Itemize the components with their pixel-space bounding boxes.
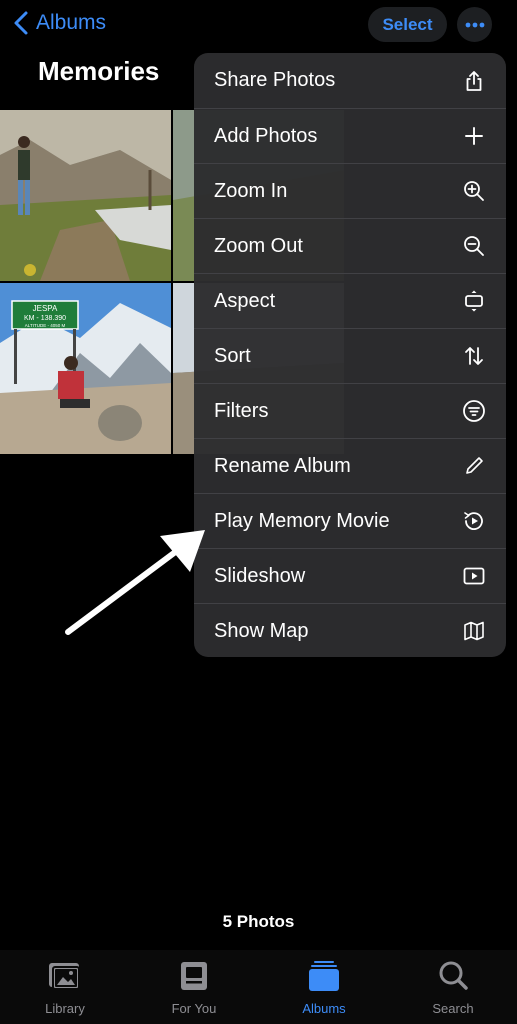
- sort-icon: [462, 344, 486, 368]
- menu-item-sort[interactable]: Sort: [194, 328, 506, 383]
- tab-bar: Library For You Albums Search: [0, 950, 517, 1024]
- photo-count: 5 Photos: [222, 912, 295, 931]
- tab-albums[interactable]: Albums: [279, 960, 369, 1016]
- tab-for-you[interactable]: For You: [149, 960, 239, 1016]
- sign-line3: ALTITUDE - 4050 M: [25, 323, 66, 328]
- tab-label: Search: [432, 1001, 474, 1016]
- menu-item-label: Slideshow: [214, 564, 306, 587]
- menu-item-label: Zoom Out: [214, 234, 303, 257]
- slideshow-icon: [462, 564, 486, 588]
- plus-icon: [462, 124, 486, 148]
- aspect-icon: [462, 289, 486, 313]
- menu-item-zoom-in[interactable]: Zoom In: [194, 163, 506, 218]
- menu-item-zoom-out[interactable]: Zoom Out: [194, 218, 506, 273]
- menu-item-label: Aspect: [214, 289, 276, 312]
- photo-mountain-trail: [0, 110, 171, 281]
- menu-item-show-map[interactable]: Show Map: [194, 603, 506, 657]
- photo-library-icon: [49, 963, 80, 990]
- tab-search[interactable]: Search: [408, 960, 498, 1016]
- photo-thumbnail[interactable]: [0, 110, 171, 281]
- map-icon: [462, 619, 486, 643]
- share-icon: [462, 69, 486, 93]
- menu-item-play-memory-movie[interactable]: Play Memory Movie: [194, 493, 506, 548]
- menu-item-label: Sort: [214, 344, 251, 367]
- context-menu: Share Photos Add Photos Zoom In Zoom Out…: [194, 53, 506, 657]
- menu-item-aspect[interactable]: Aspect: [194, 273, 506, 328]
- menu-item-label: Filters: [214, 399, 269, 422]
- select-button[interactable]: Select: [368, 7, 447, 42]
- sign-line2: KM - 138.390: [24, 315, 66, 322]
- menu-item-rename-album[interactable]: Rename Album: [194, 438, 506, 493]
- menu-item-add-photos[interactable]: Add Photos: [194, 108, 506, 163]
- menu-item-slideshow[interactable]: Slideshow: [194, 548, 506, 603]
- for-you-icon: [181, 962, 207, 990]
- menu-item-share-photos[interactable]: Share Photos: [194, 53, 506, 108]
- tab-label: For You: [171, 1001, 217, 1016]
- menu-item-label: Share Photos: [214, 69, 336, 91]
- menu-item-label: Zoom In: [214, 179, 288, 202]
- pencil-icon: [462, 454, 486, 478]
- tab-library[interactable]: Library: [20, 960, 110, 1016]
- search-icon: [439, 961, 468, 990]
- more-button[interactable]: [457, 7, 492, 42]
- menu-item-filters[interactable]: Filters: [194, 383, 506, 438]
- menu-item-label: Add Photos: [214, 124, 318, 147]
- back-button[interactable]: Albums: [12, 10, 106, 36]
- zoom-out-icon: [462, 234, 486, 258]
- memory-movie-icon: [462, 509, 486, 533]
- menu-item-label: Play Memory Movie: [214, 509, 390, 532]
- photo-jespa-sign: JESPA KM - 138.390 ALTITUDE - 4050 M: [0, 283, 171, 454]
- back-label: Albums: [36, 11, 107, 34]
- chevron-left-icon: [14, 11, 28, 35]
- ellipsis-icon: [465, 22, 484, 27]
- zoom-in-icon: [462, 179, 486, 203]
- menu-item-label: Rename Album: [214, 454, 351, 477]
- sign-line1: JESPA: [33, 304, 58, 313]
- tab-label: Albums: [302, 1001, 346, 1016]
- filter-icon: [462, 399, 486, 423]
- page-title: Memories: [38, 56, 160, 86]
- photo-thumbnail[interactable]: JESPA KM - 138.390 ALTITUDE - 4050 M: [0, 283, 171, 454]
- annotation-arrow: [65, 530, 205, 635]
- albums-icon: [309, 961, 339, 991]
- tab-label: Library: [45, 1001, 85, 1016]
- menu-item-label: Show Map: [214, 619, 309, 642]
